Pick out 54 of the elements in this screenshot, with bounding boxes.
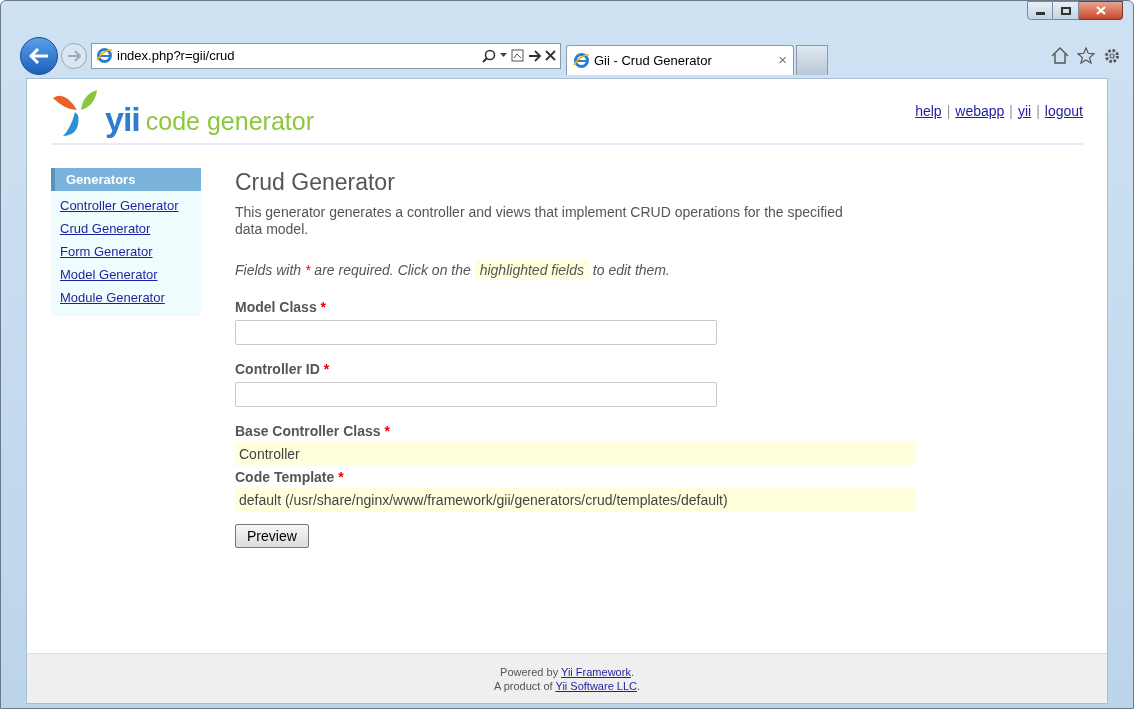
address-text: index.php?r=gii/crud [117, 46, 236, 65]
footer-link[interactable]: Yii Framework [561, 665, 631, 678]
footer-link[interactable]: Yii Software LLC [555, 679, 637, 692]
description-text: This generator generates a controller and views that implement CRUD operations for the specified data model. [235, 204, 844, 238]
sidebar-title: Generators [51, 168, 201, 191]
star-icon[interactable] [1077, 47, 1095, 64]
tab-close-button[interactable]: × [778, 49, 787, 72]
header-link[interactable]: yii [1017, 100, 1032, 122]
sidebar-link[interactable]: Form Generator [60, 242, 153, 261]
page-title: Crud Generator [235, 168, 396, 196]
field-label: Controller ID * [235, 360, 331, 378]
link-separator: | [946, 101, 951, 121]
dropdown-icon[interactable] [500, 53, 507, 58]
required-note: Fields with * are required. Click on the highlighted fields to edit them. [235, 259, 671, 281]
forward-arrow-icon [67, 49, 81, 62]
logo-icon [51, 88, 99, 138]
field-label: Base Controller Class * [235, 422, 391, 440]
sticky-field[interactable]: Controller [235, 442, 916, 466]
back-arrow-icon [29, 47, 49, 64]
sidebar-link[interactable]: Crud Generator [60, 219, 151, 238]
link-separator: | [1009, 101, 1013, 121]
field-label: Model Class * [235, 298, 328, 316]
address-bar[interactable]: index.php?r=gii/crud [91, 42, 561, 69]
minimize-button[interactable] [1027, 1, 1053, 20]
sidebar-link[interactable]: Module Generator [60, 288, 165, 307]
input-field[interactable] [235, 382, 717, 407]
close-icon [1095, 6, 1106, 15]
link-separator: | [1036, 101, 1040, 121]
logo-tagline: code generator [145, 106, 314, 137]
maximize-button[interactable] [1053, 1, 1079, 20]
close-button[interactable] [1079, 1, 1123, 20]
stop-icon[interactable] [545, 50, 556, 61]
settings-icon[interactable] [1103, 46, 1121, 65]
browser-logo-icon [96, 47, 113, 64]
search-icon[interactable] [482, 48, 496, 63]
field-label: Code Template * [235, 468, 345, 486]
browser-tab[interactable]: Gii - Crud Generator × [566, 45, 794, 75]
back-button[interactable] [20, 36, 58, 75]
compatibility-icon[interactable] [511, 49, 524, 62]
sidebar-link[interactable]: Model Generator [60, 265, 158, 284]
tab-title: Gii - Crud Generator [594, 51, 713, 70]
go-arrow-icon[interactable] [528, 49, 541, 62]
header-link[interactable]: help [915, 100, 942, 122]
browser-logo-icon [573, 52, 590, 69]
home-icon[interactable] [1051, 47, 1069, 64]
header-link[interactable]: logout [1044, 100, 1083, 122]
sidebar-link[interactable]: Controller Generator [60, 196, 179, 215]
footer-text: A product of Yii Software LLC. [493, 678, 641, 693]
preview-button[interactable]: Preview [235, 524, 309, 548]
sticky-field[interactable]: default (/usr/share/nginx/www/framework/gii/generators/crud/templates/default) [235, 488, 916, 512]
footer-text: Powered by Yii Framework. [500, 664, 634, 679]
header-link[interactable]: webapp [955, 100, 1005, 122]
input-field[interactable] [235, 320, 717, 345]
logo-word: yii [105, 100, 140, 138]
